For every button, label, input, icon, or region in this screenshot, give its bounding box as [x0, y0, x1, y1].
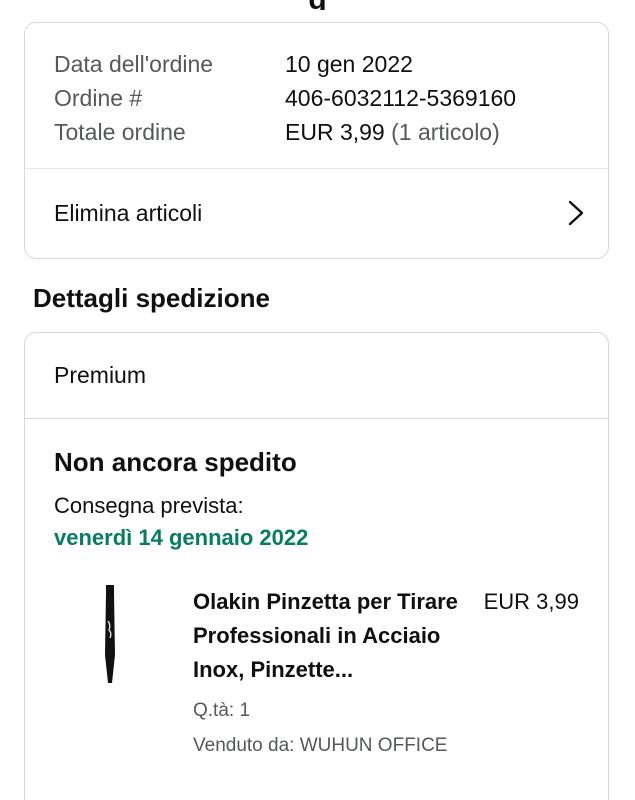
- page-title: g: [0, 0, 635, 10]
- shipment-status: Non ancora spedito: [54, 447, 297, 477]
- order-date-label: Data dell'ordine: [54, 51, 214, 77]
- order-details-page: g Data dell'ordine 10 gen 2022 Ordine # …: [0, 0, 635, 800]
- item-seller: Venduto da: WUHUN OFFICE: [193, 735, 448, 756]
- shipping-method: Premium: [25, 333, 608, 419]
- order-item-count: (1 articolo): [391, 119, 500, 145]
- delivery-date: venerdì 14 gennaio 2022: [54, 525, 309, 550]
- order-total-row: Totale ordine EUR 3,99 (1 articolo): [54, 115, 579, 149]
- item-info: Olakin Pinzetta per Tirare Professionali…: [193, 585, 463, 763]
- order-summary: Data dell'ordine 10 gen 2022 Ordine # 40…: [25, 23, 608, 169]
- delivery-label: Consegna prevista:: [54, 493, 244, 518]
- item-price: EUR 3,99: [483, 589, 579, 614]
- remove-items-label: Elimina articoli: [54, 199, 203, 226]
- order-total-value: EUR 3,99 (1 articolo): [285, 115, 500, 149]
- order-total-amount: EUR 3,99: [285, 119, 385, 145]
- shipment-status-block: Non ancora spedito Consegna prevista: ve…: [25, 419, 608, 800]
- order-total-label: Totale ordine: [54, 119, 186, 145]
- order-number-row: Ordine # 406-6032112-5369160: [54, 81, 579, 115]
- remove-items-button[interactable]: Elimina articoli: [25, 169, 608, 257]
- chevron-right-icon: [568, 200, 584, 226]
- item-quantity: Q.tà: 1: [193, 700, 251, 721]
- item-title-link[interactable]: Olakin Pinzetta per Tirare Professionali…: [193, 585, 463, 687]
- order-item: Olakin Pinzetta per Tirare Professionali…: [54, 585, 579, 800]
- order-date-row: Data dell'ordine 10 gen 2022: [54, 47, 579, 81]
- tweezers-image[interactable]: [102, 585, 118, 685]
- order-summary-card: Data dell'ordine 10 gen 2022 Ordine # 40…: [24, 22, 609, 259]
- order-date-value: 10 gen 2022: [285, 51, 413, 77]
- order-number-label: Ordine #: [54, 85, 143, 111]
- shipment-card: Premium Non ancora spedito Consegna prev…: [24, 332, 609, 800]
- shipment-section-title: Dettagli spedizione: [33, 283, 270, 313]
- order-number-value: 406-6032112-5369160: [285, 85, 517, 111]
